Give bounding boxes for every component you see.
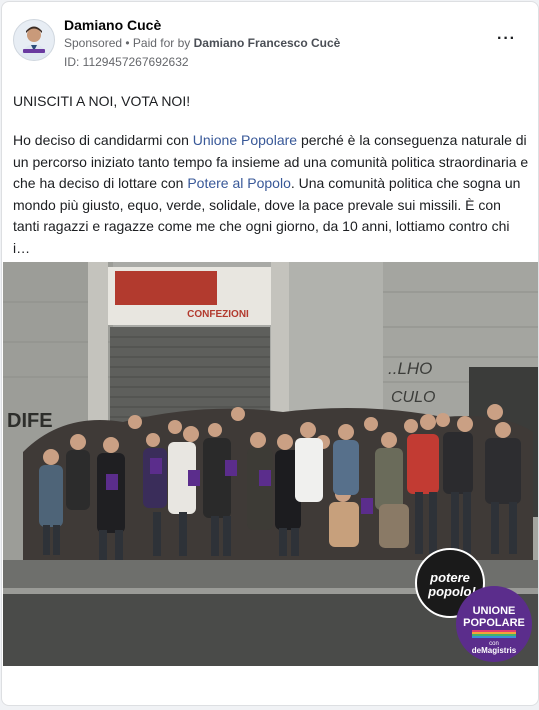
group-photo-illustration: CONFEZIONI ..LHO CULO DIFE potere popolo… xyxy=(3,262,538,666)
avatar-portrait-icon xyxy=(20,26,48,60)
more-options-button[interactable]: ··· xyxy=(497,30,516,48)
ad-card: Damiano Cucè Sponsored • Paid for by Dam… xyxy=(1,1,539,706)
post-image[interactable]: CONFEZIONI ..LHO CULO DIFE potere popolo… xyxy=(3,262,538,666)
post-headline: UNISCITI A NOI, VOTA NOI! xyxy=(13,93,191,109)
payer-name: Damiano Francesco Cucè xyxy=(193,36,341,50)
graffiti-text-3: DIFE xyxy=(7,410,53,432)
potere-logo-text-1: potere xyxy=(429,570,470,585)
shop-sign-text: CONFEZIONI xyxy=(187,309,249,320)
unione-logo-text-2: POPOLARE xyxy=(463,617,525,629)
post-header: Damiano Cucè Sponsored • Paid for by Dam… xyxy=(13,16,526,72)
link-potere-al-popolo[interactable]: Potere al Popolo xyxy=(187,175,291,191)
body-text-part-1: Ho deciso di candidarmi con xyxy=(13,132,193,148)
advertiser-avatar[interactable] xyxy=(13,19,55,61)
unione-logo-text-1: UNIONE xyxy=(473,605,516,617)
graffiti-text-2: CULO xyxy=(391,389,435,406)
sponsored-label: Sponsored xyxy=(64,36,123,50)
ad-id: ID: 1129457267692632 xyxy=(64,55,189,69)
sponsored-meta: Sponsored • Paid for by Damiano Francesc… xyxy=(64,36,340,50)
link-unione-popolare[interactable]: Unione Popolare xyxy=(193,132,297,148)
post-body: Ho deciso di candidarmi con Unione Popol… xyxy=(13,130,529,259)
advertiser-name[interactable]: Damiano Cucè xyxy=(64,17,161,33)
graffiti-text-1: ..LHO xyxy=(388,359,432,378)
unione-logo-text-4: deMagistris xyxy=(472,646,517,655)
unione-popolare-logo: UNIONE POPOLARE con deMagistris xyxy=(456,586,532,662)
paid-for-prefix: • Paid for by xyxy=(125,36,191,50)
